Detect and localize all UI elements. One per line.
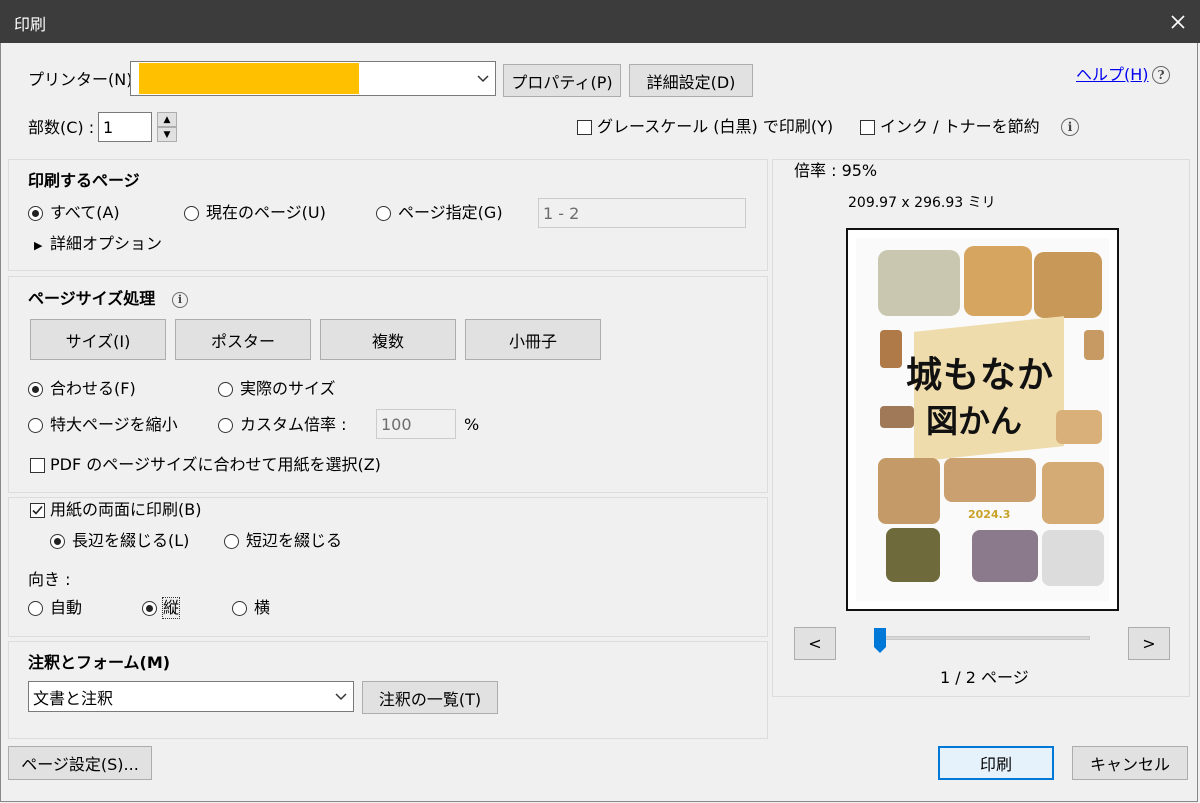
- pages-all-radio[interactable]: [28, 206, 43, 221]
- pages-to-print-heading: 印刷するページ: [28, 171, 140, 190]
- preview-photo: [880, 406, 914, 428]
- copies-down-arrow-icon[interactable]: ▼: [157, 127, 177, 142]
- fit-label: 合わせる(F): [50, 379, 136, 398]
- preview-photo: [964, 246, 1032, 316]
- pages-current-label: 現在のページ(U): [206, 203, 326, 222]
- cancel-button[interactable]: キャンセル: [1072, 746, 1188, 780]
- copies-up-arrow-icon[interactable]: ▲: [157, 112, 177, 127]
- grayscale-checkbox[interactable]: [577, 120, 592, 135]
- copies-label: 部数(C) :: [28, 118, 95, 137]
- help-link[interactable]: ヘルプ(H): [1076, 65, 1149, 85]
- orientation-portrait-radio[interactable]: [142, 601, 157, 616]
- page-sizing-info-icon[interactable]: i: [172, 292, 188, 308]
- orientation-landscape-label: 横: [254, 598, 271, 617]
- preview-photo: [878, 250, 960, 316]
- preview-photo: [972, 530, 1038, 582]
- triangle-right-icon[interactable]: ▶: [34, 236, 42, 256]
- properties-button[interactable]: プロパティ(P): [503, 64, 621, 97]
- shrink-radio[interactable]: [28, 418, 43, 433]
- comments-select[interactable]: 文書と注釈: [28, 681, 354, 712]
- printer-select[interactable]: [130, 61, 496, 96]
- orientation-auto-label: 自動: [50, 598, 83, 617]
- preview-photo: [944, 458, 1036, 502]
- info-icon[interactable]: i: [1061, 118, 1079, 136]
- next-page-button[interactable]: >: [1128, 627, 1170, 660]
- preview-scale: 倍率 : 95%: [794, 161, 878, 180]
- preview-photo: [886, 528, 940, 582]
- long-edge-radio[interactable]: [50, 534, 65, 549]
- fit-radio[interactable]: [28, 382, 43, 397]
- grayscale-label: グレースケール (白黒) で印刷(Y): [597, 117, 834, 136]
- help-icon[interactable]: ?: [1152, 66, 1170, 84]
- copies-input[interactable]: 1: [98, 112, 152, 142]
- tab-size[interactable]: サイズ(I): [30, 319, 166, 360]
- comments-value: 文書と注釈: [33, 688, 114, 708]
- printer-label: プリンター(N) :: [28, 70, 143, 89]
- orientation-landscape-radio[interactable]: [232, 601, 247, 616]
- pages-all-label: すべて(A): [50, 203, 120, 222]
- preview-page-content: 城もなか 図かん 2024.3: [856, 238, 1109, 601]
- copies-value: 1: [103, 117, 114, 137]
- short-edge-radio[interactable]: [224, 534, 239, 549]
- page-indicator: 1 / 2 ページ: [940, 668, 1029, 687]
- actual-size-radio[interactable]: [218, 382, 233, 397]
- page-setup-button[interactable]: ページ設定(S)...: [8, 746, 152, 780]
- custom-scale-radio[interactable]: [218, 418, 233, 433]
- preview-photo: [1056, 410, 1102, 444]
- pages-range-value: 1 - 2: [543, 203, 580, 223]
- tab-multiple[interactable]: 複数: [320, 319, 456, 360]
- printer-name-redaction: [139, 63, 359, 94]
- comments-heading: 注釈とフォーム(M): [28, 653, 171, 672]
- pages-range-radio[interactable]: [376, 206, 391, 221]
- preview-photo: [1034, 252, 1102, 318]
- custom-scale-value: 100: [381, 414, 412, 434]
- short-edge-label: 短辺を綴じる: [246, 531, 343, 550]
- pdf-paper-checkbox[interactable]: [30, 458, 45, 473]
- long-edge-label: 長辺を綴じる(L): [72, 531, 190, 550]
- pages-range-input[interactable]: 1 - 2: [538, 198, 746, 228]
- both-sides-checkbox[interactable]: [30, 503, 45, 518]
- pages-current-radio[interactable]: [184, 206, 199, 221]
- preview-photo: [878, 458, 940, 524]
- preview-page-date: 2024.3: [968, 508, 1011, 521]
- actual-size-label: 実際のサイズ: [240, 379, 336, 398]
- preview-photo: [1042, 530, 1104, 586]
- title-bar: 印刷: [0, 0, 1200, 43]
- preview-dimensions: 209.97 x 296.93 ミリ: [848, 195, 996, 211]
- orientation-label: 向き :: [28, 570, 71, 589]
- more-options-label[interactable]: 詳細オプション: [50, 234, 162, 254]
- prev-page-button[interactable]: <: [794, 627, 836, 660]
- shrink-label: 特大ページを縮小: [50, 415, 178, 434]
- close-icon[interactable]: [1156, 0, 1200, 43]
- tab-booklet[interactable]: 小冊子: [465, 319, 601, 360]
- preview-page-title-line1: 城もなか: [906, 354, 1055, 396]
- save-ink-label: インク / トナーを節約: [880, 117, 1040, 136]
- window-title: 印刷: [14, 15, 47, 34]
- pdf-paper-label: PDF のページサイズに合わせて用紙を選択(Z): [50, 455, 381, 474]
- chevron-down-icon[interactable]: [329, 682, 353, 711]
- advanced-button[interactable]: 詳細設定(D): [629, 64, 753, 97]
- chevron-down-icon[interactable]: [471, 62, 495, 95]
- page-slider-track[interactable]: [880, 636, 1090, 640]
- page-slider-thumb[interactable]: [873, 627, 887, 654]
- save-ink-checkbox[interactable]: [860, 120, 875, 135]
- page-preview: 城もなか 図かん 2024.3: [846, 228, 1119, 611]
- preview-page-title-line2: 図かん: [926, 402, 1023, 440]
- preview-photo: [1084, 330, 1104, 360]
- custom-scale-input[interactable]: 100: [376, 409, 456, 439]
- orientation-auto-radio[interactable]: [28, 601, 43, 616]
- preview-photo: [1042, 462, 1104, 524]
- custom-scale-label: カスタム倍率 :: [240, 415, 347, 434]
- percent-label: %: [464, 415, 480, 434]
- orientation-portrait-label: 縦: [161, 597, 181, 619]
- print-button[interactable]: 印刷: [938, 746, 1054, 780]
- page-sizing-heading: ページサイズ処理: [28, 289, 156, 308]
- both-sides-label: 用紙の両面に印刷(B): [50, 500, 202, 519]
- comments-summary-button[interactable]: 注釈の一覧(T): [362, 681, 498, 714]
- tab-poster[interactable]: ポスター: [175, 319, 311, 360]
- preview-photo: [880, 330, 902, 368]
- pages-range-label: ページ指定(G): [398, 203, 503, 222]
